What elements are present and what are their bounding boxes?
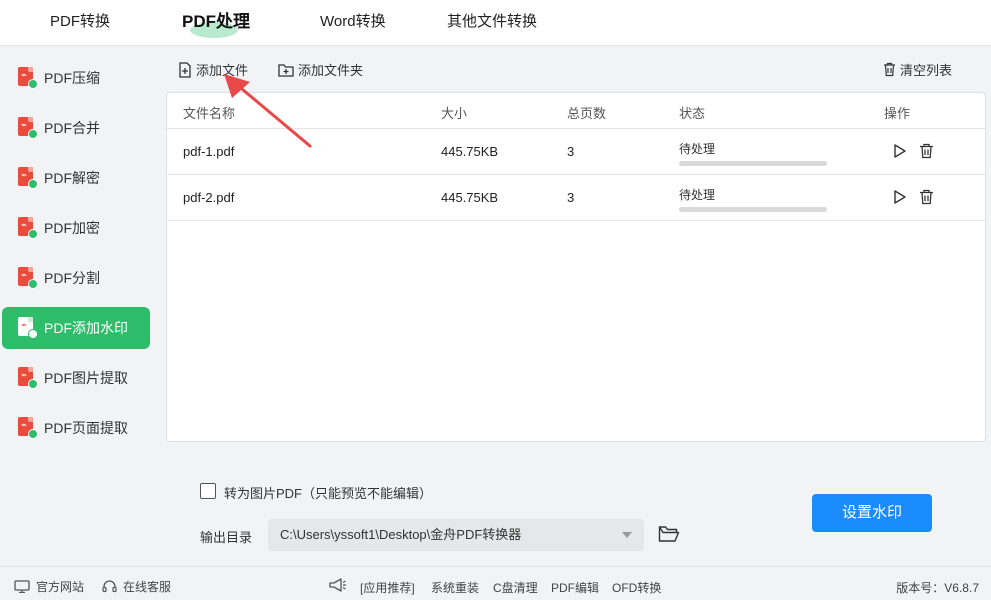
online-support-link[interactable]: 在线客服: [102, 578, 171, 595]
system-reinstall-link[interactable]: 系统重装: [431, 579, 479, 596]
pdf-lock-icon: ⌁: [18, 217, 38, 239]
sidebar-item-label: PDF图片提取: [44, 370, 128, 386]
table-header: 文件名称 大小 总页数 状态 操作: [167, 93, 985, 129]
sidebar-item-label: PDF加密: [44, 220, 100, 236]
sidebar-item-page-extract[interactable]: ⌁ PDF页面提取: [2, 407, 150, 449]
clear-list-button[interactable]: 清空列表: [883, 60, 952, 79]
file-size: 445.75KB: [441, 144, 499, 159]
add-folder-label: 添加文件夹: [298, 63, 364, 78]
column-header-pages: 总页数: [567, 106, 607, 121]
pdf-page-icon: ⌁: [18, 417, 38, 439]
sidebar-item-label: PDF解密: [44, 170, 100, 186]
pdf-image-icon: ⌁: [18, 367, 38, 389]
c-drive-clean-link[interactable]: C盘清理: [493, 579, 538, 596]
pdf-edit-link[interactable]: PDF编辑: [551, 579, 599, 596]
sidebar-item-label: PDF压缩: [44, 70, 100, 86]
sidebar-item-label: PDF分割: [44, 270, 100, 286]
to-image-pdf-label: 转为图片PDF（只能预览不能编辑）: [224, 486, 433, 501]
support-label: 在线客服: [123, 580, 172, 594]
pdf-merge-icon: ⌁: [18, 117, 38, 139]
pdf-compress-icon: ⌁: [18, 67, 38, 89]
file-plus-icon: [179, 61, 191, 78]
set-watermark-button[interactable]: 设置水印: [812, 494, 932, 532]
status-bar: 官方网站 在线客服 [应用推荐] 系统重装 C盘清理 PDF编辑 OFD转换 版…: [0, 566, 991, 600]
play-icon[interactable]: [891, 189, 907, 205]
output-options: 转为图片PDF（只能预览不能编辑） 输出目录 C:\Users\yssoft1\…: [156, 461, 991, 565]
to-image-pdf-checkbox[interactable]: [200, 483, 216, 499]
output-dir-value: C:\Users\yssoft1\Desktop\金舟PDF转换器: [280, 527, 522, 542]
sidebar-item-decrypt[interactable]: ⌁ PDF解密: [2, 157, 150, 199]
sidebar: ⌁ PDF压缩 ⌁ PDF合并 ⌁ PDF解密 ⌁ PDF加密 ⌁ PDF分割 …: [0, 47, 156, 565]
play-icon[interactable]: [891, 143, 907, 159]
folder-plus-icon: [278, 63, 294, 77]
sidebar-item-watermark[interactable]: ⌁ PDF添加水印: [2, 307, 150, 349]
add-file-button[interactable]: 添加文件: [178, 60, 248, 79]
website-label: 官方网站: [36, 580, 85, 594]
sidebar-item-encrypt[interactable]: ⌁ PDF加密: [2, 207, 150, 249]
trash-icon[interactable]: [919, 189, 934, 205]
sidebar-item-label: PDF添加水印: [44, 320, 128, 336]
column-header-actions: 操作: [884, 106, 911, 121]
column-header-status: 状态: [679, 106, 706, 121]
chevron-down-icon: [622, 532, 632, 538]
tab-pdf-process[interactable]: PDF处理: [182, 0, 250, 46]
sidebar-item-image-extract[interactable]: ⌁ PDF图片提取: [2, 357, 150, 399]
file-pages: 3: [567, 190, 575, 205]
app-recommend-link[interactable]: [应用推荐]: [360, 579, 415, 596]
trash-icon[interactable]: [919, 143, 934, 159]
progress-bar: [679, 207, 827, 212]
sidebar-item-merge[interactable]: ⌁ PDF合并: [2, 107, 150, 149]
table-row[interactable]: pdf-1.pdf 445.75KB 3 待处理: [167, 129, 985, 175]
monitor-icon: [14, 580, 30, 593]
sidebar-item-label: PDF合并: [44, 120, 100, 136]
column-header-name: 文件名称: [183, 106, 236, 121]
tab-other-convert[interactable]: 其他文件转换: [447, 0, 537, 46]
file-status: 待处理: [679, 140, 829, 166]
add-file-label: 添加文件: [196, 63, 249, 78]
sidebar-item-compress[interactable]: ⌁ PDF压缩: [2, 57, 150, 99]
file-pages: 3: [567, 144, 575, 159]
table-row[interactable]: pdf-2.pdf 445.75KB 3 待处理: [167, 175, 985, 221]
file-table: 文件名称 大小 总页数 状态 操作 pdf-1.pdf 445.75KB 3 待…: [166, 92, 986, 442]
status-label: 待处理: [679, 188, 716, 202]
ofd-convert-link[interactable]: OFD转换: [612, 579, 661, 596]
megaphone-icon: [329, 578, 346, 592]
tab-word-convert[interactable]: Word转换: [320, 0, 386, 46]
sidebar-item-label: PDF页面提取: [44, 420, 128, 436]
add-folder-button[interactable]: 添加文件夹: [278, 60, 363, 79]
trash-icon: [884, 62, 895, 77]
pdf-unlock-icon: ⌁: [18, 167, 38, 189]
sidebar-item-split[interactable]: ⌁ PDF分割: [2, 257, 150, 299]
headset-icon: [102, 579, 117, 592]
pdf-watermark-icon: ⌁: [18, 317, 38, 339]
version-number: 版本号：V6.8.7: [896, 581, 979, 595]
progress-bar: [679, 161, 827, 166]
column-header-size: 大小: [441, 106, 468, 121]
file-toolbar: 添加文件 添加文件夹 清空列表: [166, 56, 986, 86]
output-dir-label: 输出目录: [200, 530, 253, 545]
status-label: 待处理: [679, 142, 716, 156]
folder-open-icon[interactable]: [658, 525, 680, 543]
pdf-split-icon: ⌁: [18, 267, 38, 289]
output-dir-select[interactable]: C:\Users\yssoft1\Desktop\金舟PDF转换器: [268, 519, 644, 551]
file-status: 待处理: [679, 186, 829, 212]
official-website-link[interactable]: 官方网站: [14, 578, 84, 595]
file-name: pdf-1.pdf: [183, 144, 235, 159]
top-navigation: PDF转换 PDF处理 Word转换 其他文件转换: [0, 0, 991, 46]
file-name: pdf-2.pdf: [183, 190, 235, 205]
file-size: 445.75KB: [441, 190, 499, 205]
clear-list-label: 清空列表: [900, 63, 953, 78]
tab-pdf-convert[interactable]: PDF转换: [50, 0, 110, 46]
